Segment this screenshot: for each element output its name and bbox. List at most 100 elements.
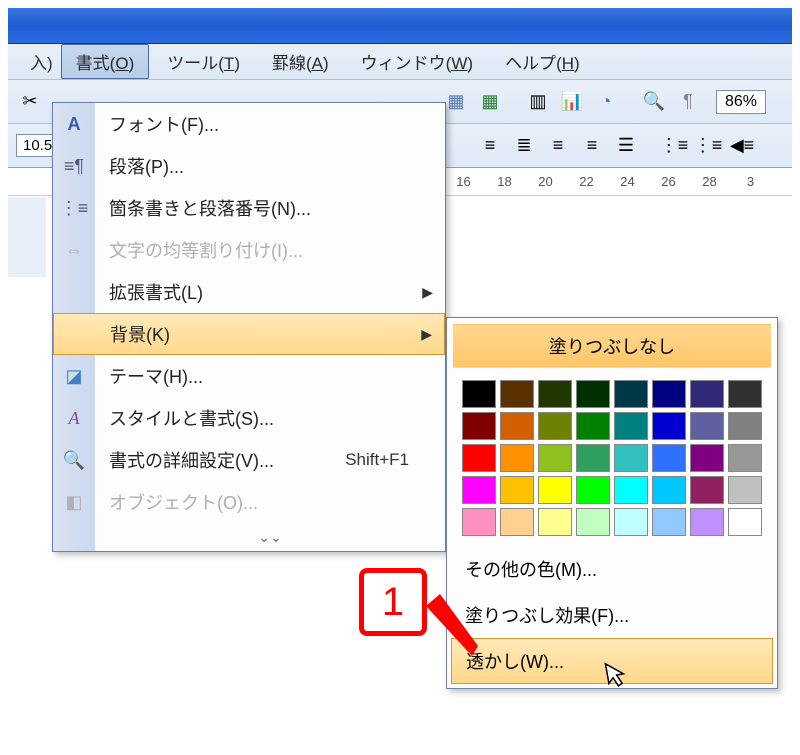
numbering-icon[interactable]: ⋮≡	[660, 132, 688, 160]
color-swatch[interactable]	[614, 380, 648, 408]
distribute-icon: ⇔	[53, 229, 95, 271]
color-swatch[interactable]	[728, 380, 762, 408]
paragraph-icon[interactable]: ¶	[674, 88, 702, 116]
color-swatch[interactable]	[576, 412, 610, 440]
color-swatch[interactable]	[538, 476, 572, 504]
ruler-tick: 16	[452, 174, 475, 189]
zoom-icon[interactable]: 🔍	[640, 88, 668, 116]
color-swatch[interactable]	[500, 508, 534, 536]
annotation-callout: 1	[359, 568, 427, 636]
ruler-tick: 28	[698, 174, 721, 189]
align-justify-icon[interactable]: ≡	[476, 132, 504, 160]
columns-icon[interactable]: ▥	[524, 88, 552, 116]
color-swatch[interactable]	[576, 476, 610, 504]
submenu-arrow-icon: ▶	[422, 284, 433, 301]
menu-object: ◧ オブジェクト(O)...	[53, 481, 445, 523]
styles-icon: A	[53, 397, 95, 439]
bullets-icon[interactable]: ⋮≡	[694, 132, 722, 160]
drawing-icon[interactable]: ◔	[592, 88, 620, 116]
align-center-icon[interactable]: ≡	[544, 132, 572, 160]
color-swatch[interactable]	[576, 508, 610, 536]
background-submenu: 塗りつぶしなし その他の色(M)... 塗りつぶし効果(F)... 透かし(W)…	[446, 317, 778, 689]
color-swatch[interactable]	[728, 508, 762, 536]
color-swatch[interactable]	[576, 444, 610, 472]
chart-icon[interactable]: 📊	[558, 88, 586, 116]
color-swatch[interactable]	[728, 412, 762, 440]
more-colors[interactable]: その他の色(M)...	[447, 546, 777, 592]
menu-bullets-numbering[interactable]: ⋮≡ 箇条書きと段落番号(N)...	[53, 187, 445, 229]
color-swatch[interactable]	[462, 476, 496, 504]
font-icon: A	[53, 103, 95, 145]
color-swatch[interactable]	[462, 508, 496, 536]
menu-reveal-formatting[interactable]: 🔍 書式の詳細設定(V)... Shift+F1	[53, 439, 445, 481]
distribute-icon[interactable]: ☰	[612, 132, 640, 160]
color-swatch[interactable]	[690, 412, 724, 440]
color-swatch[interactable]	[652, 476, 686, 504]
chevron-down-icon: ⌄⌄	[258, 529, 281, 546]
paragraph-icon: ≡¶	[53, 145, 95, 187]
table-icon[interactable]: ▦	[442, 88, 470, 116]
color-swatch[interactable]	[690, 476, 724, 504]
cut-icon[interactable]: ✂	[16, 88, 44, 116]
shortcut-label: Shift+F1	[345, 450, 445, 470]
menu-window[interactable]: ウィンドウ(W)	[347, 45, 487, 78]
color-swatch[interactable]	[614, 412, 648, 440]
color-swatch[interactable]	[728, 444, 762, 472]
ruler-tick: 26	[657, 174, 680, 189]
zoom-value[interactable]: 86%	[716, 90, 766, 114]
color-swatch[interactable]	[690, 380, 724, 408]
menu-theme[interactable]: ◪ テーマ(H)...	[53, 355, 445, 397]
color-swatch[interactable]	[614, 508, 648, 536]
menu-font[interactable]: A フォント(F)...	[53, 103, 445, 145]
object-icon: ◧	[53, 481, 95, 523]
color-swatch[interactable]	[538, 444, 572, 472]
excel-icon[interactable]: ▦	[476, 88, 504, 116]
menu-styles-formatting[interactable]: A スタイルと書式(S)...	[53, 397, 445, 439]
color-swatch[interactable]	[538, 412, 572, 440]
color-swatch[interactable]	[462, 412, 496, 440]
menu-fragment: 入)	[30, 49, 53, 74]
menu-distribute-chars: ⇔ 文字の均等割り付け(I)...	[53, 229, 445, 271]
ruler-tick: 20	[534, 174, 557, 189]
menu-help[interactable]: ヘルプ(H)	[491, 45, 594, 78]
color-swatch[interactable]	[614, 476, 648, 504]
color-swatch[interactable]	[614, 444, 648, 472]
menu-extended-formatting[interactable]: 拡張書式(L) ▶	[53, 271, 445, 313]
color-swatch[interactable]	[690, 508, 724, 536]
color-swatch[interactable]	[652, 380, 686, 408]
color-swatch[interactable]	[652, 412, 686, 440]
ruler-tick: 3	[739, 174, 762, 189]
ruler-tick: 18	[493, 174, 516, 189]
color-swatch[interactable]	[728, 476, 762, 504]
no-fill-button[interactable]: 塗りつぶしなし	[453, 324, 771, 368]
menu-background[interactable]: 背景(K) ▶	[53, 313, 445, 355]
color-swatch[interactable]	[462, 444, 496, 472]
align-left-icon[interactable]: ≣	[510, 132, 538, 160]
menu-table[interactable]: 罫線(A)	[258, 45, 343, 78]
menu-expand[interactable]: ⌄⌄	[53, 523, 445, 551]
window-titlebar	[8, 8, 792, 44]
color-swatch[interactable]	[576, 380, 610, 408]
color-swatch[interactable]	[462, 380, 496, 408]
color-swatch[interactable]	[500, 380, 534, 408]
ruler-tick: 22	[575, 174, 598, 189]
color-swatch[interactable]	[500, 444, 534, 472]
color-palette	[447, 374, 777, 546]
decrease-indent-icon[interactable]: ◀≡	[728, 132, 756, 160]
color-swatch[interactable]	[690, 444, 724, 472]
color-swatch[interactable]	[500, 476, 534, 504]
bullets-icon: ⋮≡	[53, 187, 95, 229]
color-swatch[interactable]	[652, 508, 686, 536]
align-right-icon[interactable]: ≡	[578, 132, 606, 160]
fill-effects[interactable]: 塗りつぶし効果(F)...	[447, 592, 777, 638]
reveal-icon: 🔍	[53, 439, 95, 481]
submenu-arrow-icon: ▶	[421, 326, 432, 343]
color-swatch[interactable]	[538, 380, 572, 408]
color-swatch[interactable]	[538, 508, 572, 536]
menu-tools[interactable]: ツール(T)	[153, 45, 254, 78]
format-menu-dropdown: A フォント(F)... ≡¶ 段落(P)... ⋮≡ 箇条書きと段落番号(N)…	[52, 102, 446, 552]
menu-paragraph[interactable]: ≡¶ 段落(P)...	[53, 145, 445, 187]
color-swatch[interactable]	[652, 444, 686, 472]
menu-format[interactable]: 書式(O)	[61, 44, 150, 79]
color-swatch[interactable]	[500, 412, 534, 440]
